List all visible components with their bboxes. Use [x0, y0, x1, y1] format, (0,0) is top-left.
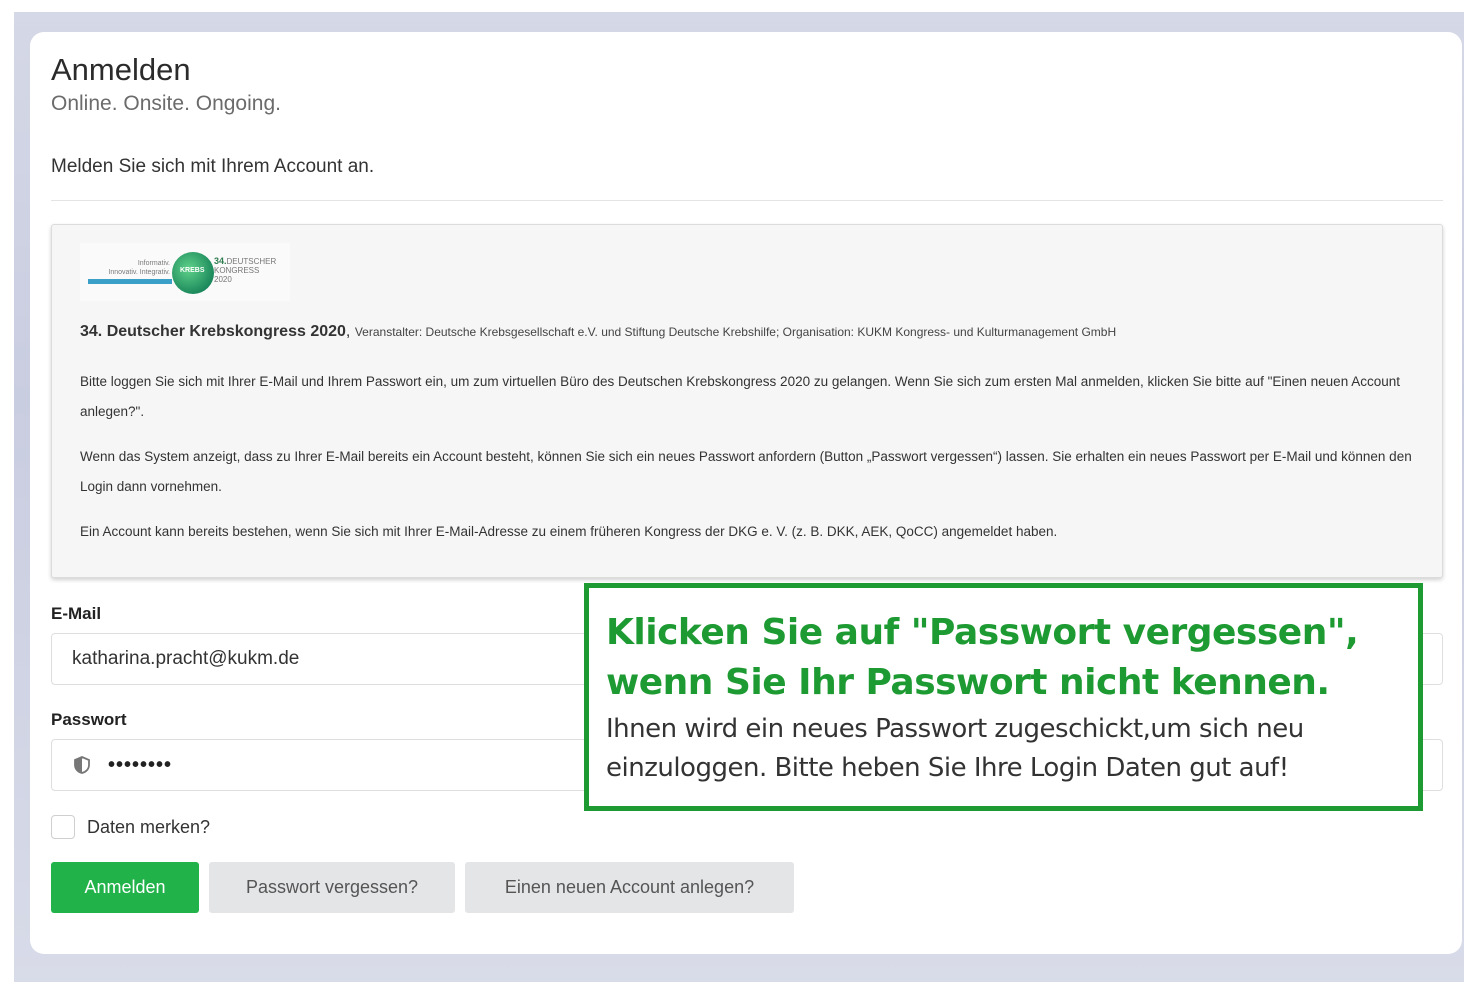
info-paragraph-2: Wenn das System anzeigt, dass zu Ihrer E…	[80, 449, 1412, 494]
login-card: Anmelden Online. Onsite. Ongoing. Melden…	[30, 32, 1462, 954]
info-paragraph-1: Bitte loggen Sie sich mit Ihrer E-Mail u…	[80, 374, 1400, 419]
new-account-button[interactable]: Einen neuen Account anlegen?	[465, 862, 794, 913]
email-label: E-Mail	[51, 604, 102, 623]
logo-circle-icon: KREBS	[172, 252, 214, 294]
logo-tagline: Informativ. Innovativ. Integrativ.	[108, 260, 170, 276]
page-subtitle: Online. Onsite. Ongoing.	[51, 92, 281, 115]
intro-text: Melden Sie sich mit Ihrem Account an.	[51, 156, 375, 177]
login-button[interactable]: Anmelden	[51, 862, 199, 913]
instruction-callout: Klicken Sie auf "Passwort vergessen", we…	[584, 583, 1423, 811]
info-paragraph-3: Ein Account kann bereits bestehen, wenn …	[80, 524, 1058, 539]
remember-label[interactable]: Daten merken?	[87, 817, 210, 838]
shield-icon	[72, 755, 92, 775]
remember-checkbox[interactable]	[51, 815, 75, 839]
forgot-password-button[interactable]: Passwort vergessen?	[209, 862, 455, 913]
callout-heading: Klicken Sie auf "Passwort vergessen", we…	[606, 612, 1359, 703]
page-title: Anmelden	[51, 52, 191, 87]
divider	[51, 200, 1443, 201]
event-info-box: Informativ. Innovativ. Integrativ. KREBS…	[51, 224, 1443, 578]
callout-body: Ihnen wird ein neues Passwort zugeschick…	[606, 714, 1304, 783]
password-label: Passwort	[51, 710, 127, 729]
event-headline: 34. Deutscher Krebskongress 2020, Verans…	[80, 323, 1117, 340]
event-name: 34. Deutscher Krebskongress 2020	[80, 323, 346, 340]
event-organizer: Veranstalter: Deutsche Krebsgesellschaft…	[354, 325, 1117, 339]
logo-wordmark: 34.DEUTSCHER KONGRESS 2020	[214, 256, 277, 285]
logo-bar	[88, 279, 172, 284]
password-value: ••••••••	[108, 753, 173, 776]
congress-logo: Informativ. Innovativ. Integrativ. KREBS…	[80, 243, 290, 301]
